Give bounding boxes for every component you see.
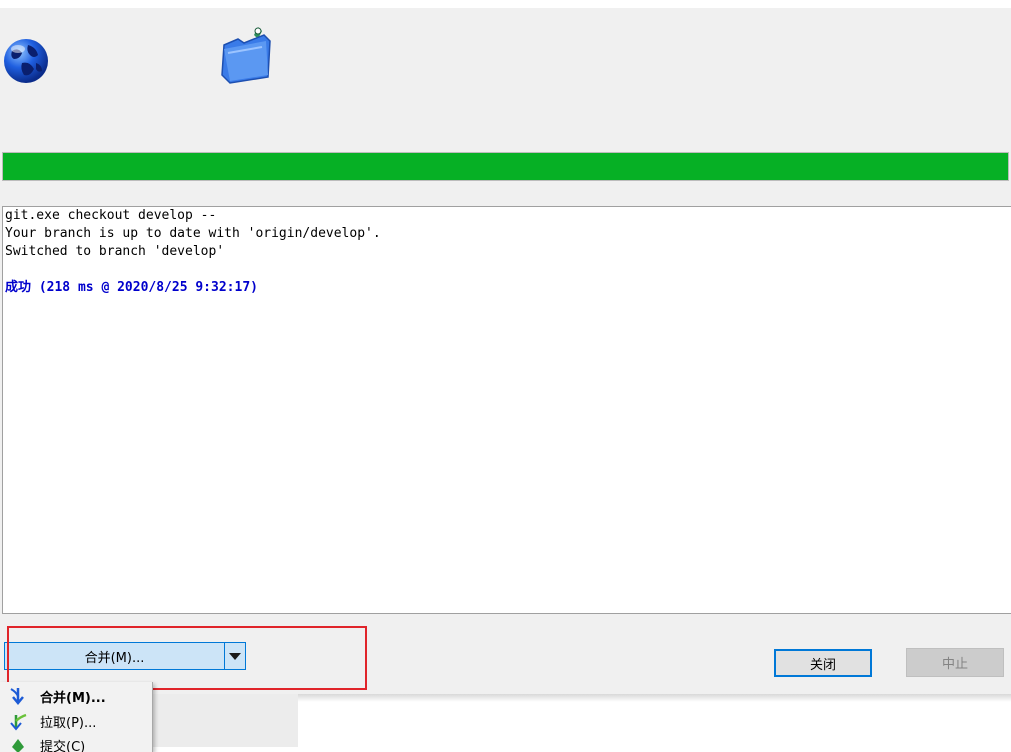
merge-icon xyxy=(8,686,28,706)
menu-item-commit[interactable]: 提交(C) xyxy=(0,733,152,752)
close-button[interactable]: 关闭 xyxy=(774,649,872,677)
log-line: Switched to branch 'develop' xyxy=(3,243,1011,261)
merge-split-button[interactable]: 合并(M)... xyxy=(4,642,246,670)
folder-icon xyxy=(218,25,274,85)
menu-item-label: 合并(M)... xyxy=(40,687,106,706)
log-line: Your branch is up to date with 'origin/d… xyxy=(3,225,1011,243)
pull-icon xyxy=(8,711,28,731)
dropdown-menu: 合并(M)... 拉取(P)... 提交(C) xyxy=(0,682,153,752)
chevron-down-icon xyxy=(229,653,241,660)
progress-bar xyxy=(2,152,1009,181)
menu-item-merge[interactable]: 合并(M)... xyxy=(0,684,152,708)
abort-button: 中止 xyxy=(906,648,1004,677)
output-log[interactable]: git.exe checkout develop -- Your branch … xyxy=(2,206,1011,614)
menu-item-label: 拉取(P)... xyxy=(40,712,96,731)
merge-button[interactable]: 合并(M)... xyxy=(5,643,224,669)
globe-icon xyxy=(2,37,50,85)
animation-area xyxy=(0,8,1011,98)
commit-icon xyxy=(8,735,28,752)
log-line: git.exe checkout develop -- xyxy=(3,207,1011,225)
status-line: 成功 (218 ms @ 2020/8/25 9:32:17) xyxy=(3,279,1011,297)
background-region xyxy=(152,694,298,747)
dropdown-toggle[interactable] xyxy=(224,643,245,669)
log-spacer xyxy=(3,261,1011,279)
progress-fill xyxy=(3,153,1008,180)
menu-item-label: 提交(C) xyxy=(40,736,85,752)
menu-item-pull[interactable]: 拉取(P)... xyxy=(0,709,152,733)
progress-dialog: git.exe checkout develop -- Your branch … xyxy=(0,8,1011,694)
